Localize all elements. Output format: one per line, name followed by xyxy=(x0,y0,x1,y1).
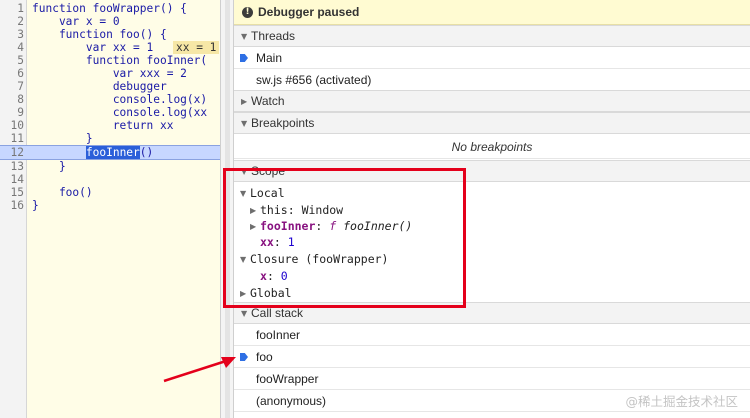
code-line-9[interactable]: 9 console.log(xx xyxy=(0,106,220,119)
scope-global-group[interactable]: ▶ Global xyxy=(240,285,292,301)
breakpoints-section-header[interactable]: ▼ Breakpoints xyxy=(234,112,750,134)
paused-banner: ! Debugger paused xyxy=(234,0,750,25)
callstack-frame-foo[interactable]: foo xyxy=(234,346,750,368)
thread-item-main[interactable]: Main xyxy=(234,47,750,69)
collapsed-triangle-icon: ▶ xyxy=(250,221,257,231)
code-line-15[interactable]: 15 foo() xyxy=(0,186,220,199)
thread-item-label: sw.js #656 (activated) xyxy=(256,72,372,87)
pane-splitter[interactable] xyxy=(221,0,234,418)
collapsed-triangle-icon: ▶ xyxy=(250,205,257,215)
scrollbar-thumb[interactable] xyxy=(225,0,230,418)
callstack-frame-fooinner[interactable]: fooInner xyxy=(234,324,750,346)
inline-value-xx: xx = 1 xyxy=(173,41,220,54)
scope-closure-group[interactable]: ▼ Closure (fooWrapper) xyxy=(240,251,388,267)
thread-item-sw[interactable]: sw.js #656 (activated) xyxy=(234,69,750,91)
watch-header-label: Watch xyxy=(251,94,285,108)
callstack-frame-label: (anonymous) xyxy=(256,393,327,408)
callstack-header-label: Call stack xyxy=(251,306,304,320)
code-editor[interactable]: 1 function fooWrapper() { 2 var x = 0 3 f… xyxy=(0,0,221,418)
expanded-triangle-icon: ▼ xyxy=(241,31,248,41)
paused-banner-label: Debugger paused xyxy=(258,5,360,19)
threads-header-label: Threads xyxy=(251,29,296,43)
info-icon: ! xyxy=(242,6,253,18)
callstack-section-header[interactable]: ▼ Call stack xyxy=(234,302,750,324)
code-line-4[interactable]: 4 var xx = 1 xx = 1 xyxy=(0,41,220,54)
watermark: @稀土掘金技术社区 xyxy=(625,394,738,409)
no-breakpoints-message: No breakpoints xyxy=(234,135,750,159)
code-line-6[interactable]: 6 var xxx = 2 xyxy=(0,67,220,80)
code-line-13[interactable]: 13 } xyxy=(0,160,220,173)
code-line-11[interactable]: 11 } xyxy=(0,132,220,145)
expanded-triangle-icon: ▼ xyxy=(241,118,248,128)
code-line-5[interactable]: 5 function fooInner( xyxy=(0,54,220,67)
callstack-frame-label: foo xyxy=(256,349,273,364)
collapsed-triangle-icon: ▶ xyxy=(240,288,247,298)
scope-local-group[interactable]: ▼ Local xyxy=(240,185,285,201)
code-line-10[interactable]: 10 return xx xyxy=(0,119,220,132)
collapsed-triangle-icon: ▶ xyxy=(241,96,248,106)
watch-section-header[interactable]: ▶ Watch xyxy=(234,90,750,112)
code-line-8[interactable]: 8 console.log(x) xyxy=(0,93,220,106)
highlighted-identifier: fooInner xyxy=(85,146,140,159)
expanded-triangle-icon: ▼ xyxy=(240,254,247,264)
threads-section-header[interactable]: ▼ Threads xyxy=(234,25,750,47)
code-line-1[interactable]: 1 function fooWrapper() { xyxy=(0,2,220,15)
debugger-sidebar: ! Debugger paused ▼ Threads Main sw.js #… xyxy=(234,0,750,418)
thread-item-label: Main xyxy=(256,50,283,65)
code-line-12-current[interactable]: 12 fooInner() xyxy=(0,145,220,160)
callstack-frame-label: fooInner xyxy=(256,327,301,342)
scope-section-header[interactable]: ▼ Scope xyxy=(234,160,750,182)
scope-header-label: Scope xyxy=(251,164,286,178)
expanded-triangle-icon: ▼ xyxy=(241,166,248,176)
code-line-14[interactable]: 14 xyxy=(0,173,220,186)
code-line-2[interactable]: 2 var x = 0 xyxy=(0,15,220,28)
scope-this-entry[interactable]: ▶ this: Window xyxy=(250,202,343,218)
scope-x-entry: x: 0 xyxy=(260,269,288,283)
code-line-7[interactable]: 7 debugger xyxy=(0,80,220,93)
callstack-frame-foowrapper[interactable]: fooWrapper xyxy=(234,368,750,390)
expanded-triangle-icon: ▼ xyxy=(241,308,248,318)
scope-fooinner-entry[interactable]: ▶ fooInner: f fooInner() xyxy=(250,218,412,234)
expanded-triangle-icon: ▼ xyxy=(240,188,247,198)
breakpoints-header-label: Breakpoints xyxy=(251,116,315,130)
code-line-3[interactable]: 3 function foo() { xyxy=(0,28,220,41)
code-line-16[interactable]: 16} xyxy=(0,199,220,212)
callstack-frame-label: fooWrapper xyxy=(256,371,319,386)
scope-xx-entry: xx: 1 xyxy=(260,235,295,249)
